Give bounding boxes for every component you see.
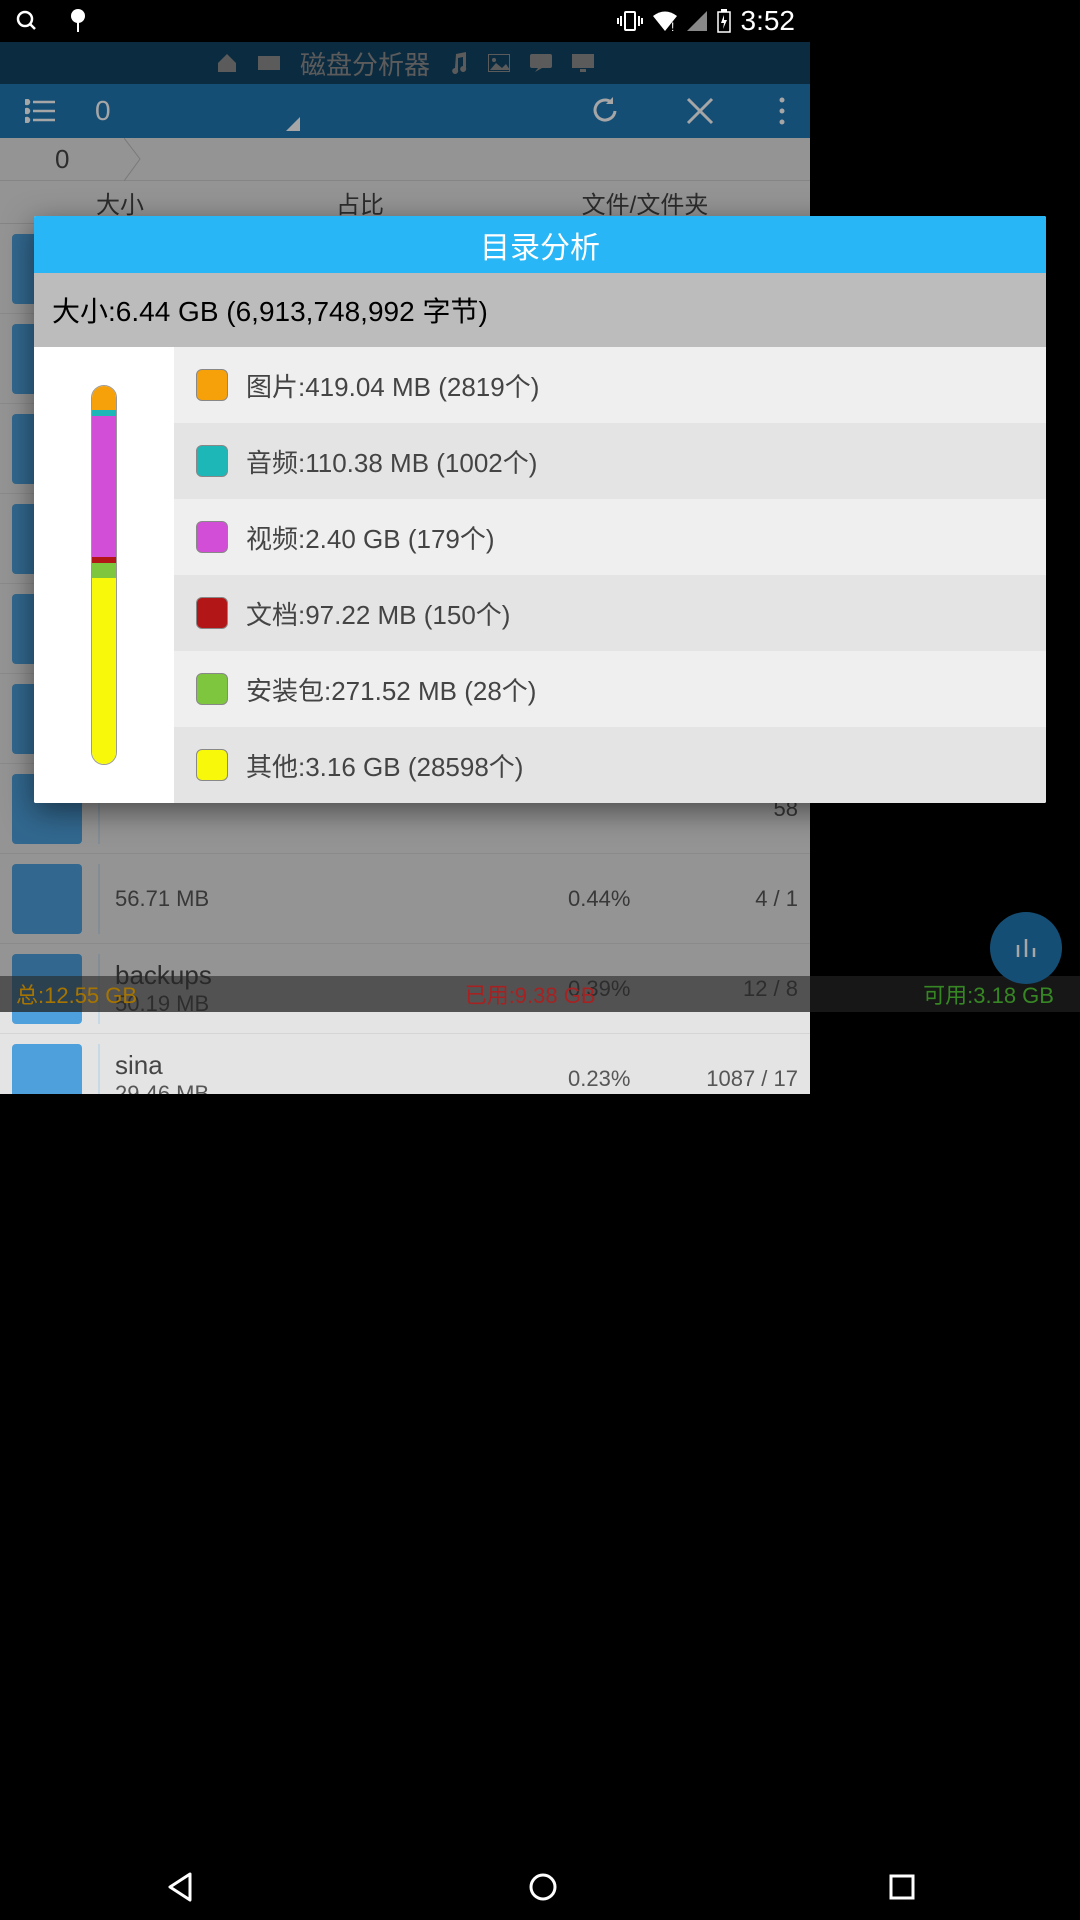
color-swatch: [196, 749, 228, 781]
signal-icon: [687, 11, 707, 31]
category-label: 安装包:271.52 MB (28个): [246, 671, 536, 708]
category-label: 音频:110.38 MB (1002个): [246, 443, 537, 480]
back-icon[interactable]: [164, 1870, 198, 1904]
category-row[interactable]: 安装包:271.52 MB (28个): [174, 651, 1046, 727]
category-row[interactable]: 视频:2.40 GB (179个): [174, 499, 1046, 575]
category-row[interactable]: 文档:97.22 MB (150个): [174, 575, 1046, 651]
dialog-subtitle: 大小:6.44 GB (6,913,748,992 字节): [34, 273, 1046, 347]
category-row[interactable]: 音频:110.38 MB (1002个): [174, 423, 1046, 499]
bar-segment: [92, 563, 116, 579]
dialog-title: 目录分析: [34, 216, 1046, 273]
category-row[interactable]: 其他:3.16 GB (28598个): [174, 727, 1046, 803]
category-label: 视频:2.40 GB (179个): [246, 519, 495, 556]
svg-text:!: !: [671, 20, 674, 31]
analysis-dialog: 目录分析 大小:6.44 GB (6,913,748,992 字节) 图片:41…: [34, 216, 1046, 803]
vibrate-icon: [617, 10, 643, 32]
color-swatch: [196, 445, 228, 477]
category-list: 图片:419.04 MB (2819个) 音频:110.38 MB (1002个)…: [174, 347, 1046, 803]
home-icon[interactable]: [527, 1871, 559, 1903]
recents-icon[interactable]: [888, 1873, 916, 1901]
status-bar: ! 3:52: [0, 0, 810, 42]
android-icon: [67, 8, 89, 34]
battery-icon: [717, 9, 731, 33]
category-label: 其他:3.16 GB (28598个): [246, 747, 523, 784]
color-swatch: [196, 521, 228, 553]
status-time: 3:52: [741, 5, 796, 37]
wifi-icon: !: [653, 11, 677, 31]
folder-icon: [12, 1044, 82, 1095]
category-label: 文档:97.22 MB (150个): [246, 595, 510, 632]
color-swatch: [196, 369, 228, 401]
category-row[interactable]: 图片:419.04 MB (2819个): [174, 347, 1046, 423]
bar-segment: [92, 416, 116, 557]
search-icon: [15, 9, 39, 33]
bar-segment: [92, 386, 116, 410]
bar-segment: [92, 578, 116, 764]
color-swatch: [196, 673, 228, 705]
file-row[interactable]: sina29.46 MB0.23%1087 / 17: [0, 1034, 810, 1094]
nav-bar: [0, 1854, 1080, 1920]
stacked-bar-chart: [91, 385, 117, 765]
category-label: 图片:419.04 MB (2819个): [246, 367, 539, 404]
color-swatch: [196, 597, 228, 629]
